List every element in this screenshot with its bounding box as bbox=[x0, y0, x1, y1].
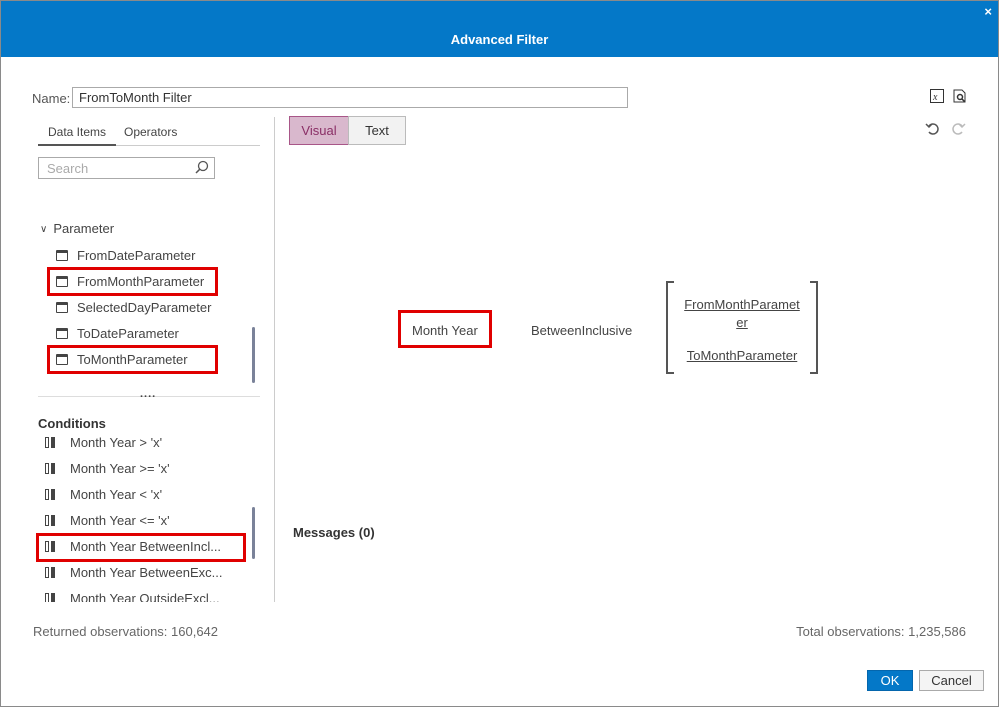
condition-icon bbox=[45, 567, 56, 578]
redo-icon[interactable] bbox=[950, 121, 966, 142]
conditions-list: Month Year > 'x' Month Year >= 'x' Month… bbox=[31, 436, 261, 602]
splitter-handle[interactable]: .... bbox=[140, 388, 156, 400]
returned-observations: Returned observations: 160,642 bbox=[33, 624, 219, 639]
name-field[interactable] bbox=[72, 87, 628, 108]
calendar-icon bbox=[56, 250, 68, 261]
condition-label: Month Year BetweenExc... bbox=[70, 565, 223, 580]
parameter-item[interactable]: FromDateParameter bbox=[56, 246, 195, 266]
condition-item[interactable]: Month Year BetweenExc... bbox=[45, 563, 222, 583]
condition-icon bbox=[45, 463, 56, 474]
condition-icon bbox=[45, 489, 56, 500]
messages-label: Messages (0) bbox=[293, 525, 375, 540]
parameter-group[interactable]: ∨ Parameter bbox=[40, 221, 114, 236]
condition-label: Month Year < 'x' bbox=[70, 487, 163, 502]
condition-item[interactable]: Month Year >= 'x' bbox=[45, 459, 170, 479]
to-parameter-link[interactable]: ToMonthParameter bbox=[682, 348, 802, 363]
preview-icon[interactable] bbox=[951, 89, 969, 107]
calendar-icon bbox=[56, 302, 68, 313]
advanced-filter-dialog: Advanced Filter × Name: x Data Items Ope… bbox=[0, 0, 999, 707]
condition-label: Month Year > 'x' bbox=[70, 436, 163, 450]
condition-label: Month Year OutsideExcl... bbox=[70, 591, 220, 602]
condition-item[interactable]: Month Year > 'x' bbox=[45, 436, 162, 453]
tab-data-items[interactable]: Data Items bbox=[38, 124, 117, 146]
condition-item[interactable]: Month Year <= 'x' bbox=[45, 511, 170, 531]
highlight-box bbox=[36, 533, 246, 562]
parameter-scrollbar[interactable] bbox=[252, 327, 255, 383]
cancel-button[interactable]: Cancel bbox=[919, 670, 984, 691]
condition-icon bbox=[45, 515, 56, 526]
parameter-item[interactable]: ToDateParameter bbox=[56, 324, 179, 344]
search-icon[interactable] bbox=[195, 160, 209, 174]
condition-icon bbox=[45, 593, 56, 602]
visual-mode-button[interactable]: Visual bbox=[289, 116, 349, 145]
svg-text:x: x bbox=[932, 92, 938, 103]
chevron-down-icon: ∨ bbox=[40, 224, 48, 235]
parameter-item-label: FromDateParameter bbox=[77, 248, 196, 263]
ok-button[interactable]: OK bbox=[867, 670, 913, 691]
from-parameter-link[interactable]: FromMonthParamet bbox=[682, 297, 802, 312]
condition-item[interactable]: Month Year < 'x' bbox=[45, 485, 162, 505]
condition-label: Month Year <= 'x' bbox=[70, 513, 170, 528]
conditions-scrollbar[interactable] bbox=[252, 507, 255, 559]
highlight-box bbox=[47, 267, 218, 296]
panel-splitter[interactable] bbox=[274, 117, 275, 602]
calendar-icon bbox=[56, 328, 68, 339]
tab-operators[interactable]: Operators bbox=[114, 124, 187, 140]
close-icon[interactable]: × bbox=[984, 4, 992, 19]
search-placeholder: Search bbox=[47, 161, 89, 176]
undo-icon[interactable] bbox=[925, 121, 941, 142]
search-input[interactable]: Search bbox=[38, 157, 215, 179]
dialog-title: Advanced Filter bbox=[450, 32, 549, 47]
parameter-item[interactable]: SelectedDayParameter bbox=[56, 298, 211, 318]
condition-item[interactable]: Month Year OutsideExcl... bbox=[45, 589, 220, 602]
from-parameter-link-cont[interactable]: er bbox=[682, 315, 802, 330]
title-bar: Advanced Filter × bbox=[1, 1, 998, 57]
bracket-left bbox=[666, 281, 674, 374]
conditions-title: Conditions bbox=[38, 416, 106, 431]
highlight-box bbox=[47, 345, 218, 374]
text-mode-button[interactable]: Text bbox=[348, 116, 406, 145]
highlight-box bbox=[398, 310, 492, 348]
parameter-item-label: SelectedDayParameter bbox=[77, 300, 212, 315]
expression-operator[interactable]: BetweenInclusive bbox=[531, 323, 632, 338]
left-panel-tabs: Data Items Operators bbox=[38, 124, 260, 146]
parameter-item-label: ToDateParameter bbox=[77, 326, 179, 341]
formula-icon[interactable]: x bbox=[928, 89, 946, 107]
parameter-group-label: Parameter bbox=[53, 221, 115, 236]
total-observations: Total observations: 1,235,586 bbox=[796, 624, 966, 639]
name-label: Name: bbox=[32, 91, 71, 106]
condition-label: Month Year >= 'x' bbox=[70, 461, 170, 476]
bracket-right bbox=[810, 281, 818, 374]
condition-icon bbox=[45, 437, 56, 448]
